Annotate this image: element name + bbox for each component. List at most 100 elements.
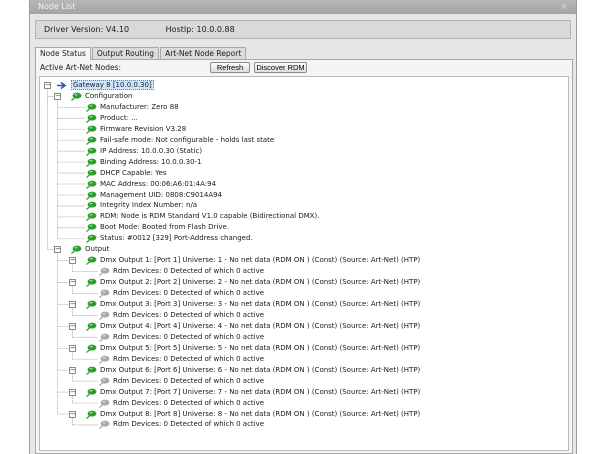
tree-item-label: Rdm Devices: 0 Detected of which 0 activ… [113, 310, 265, 319]
tree-item-label: Boot Mode: Booted from Flash Drive. [100, 223, 230, 232]
tree-item-label: Dmx Output 8: [Port 8] Universe: 8 - No … [100, 409, 421, 418]
tree-item[interactable]: IP Address: 10.0.0.30 (Static) [85, 146, 202, 157]
tree-group-node[interactable]: − Configuration [54, 91, 132, 102]
green-pin-icon [86, 114, 97, 123]
tree-item[interactable]: Manufacturer: Zero 88 [85, 102, 179, 113]
gray-pin-icon [99, 267, 110, 277]
green-pin-icon [86, 278, 97, 288]
tree-item[interactable]: Rdm Devices: 0 Detected of which 0 activ… [98, 398, 264, 409]
green-pin-icon [86, 191, 97, 200]
node-list-window: Node List × Driver Version: V4.10 HostIp… [29, 0, 577, 454]
collapse-toggle[interactable]: − [69, 257, 76, 265]
tree-item[interactable]: Fail-safe mode: Not configurable - holds… [85, 135, 274, 146]
tree-group-node[interactable]: − Dmx Output 3: [Port 3] Universe: 3 - No… [69, 299, 420, 310]
tree-group-node[interactable]: − Dmx Output 1: [Port 1] Universe: 1 - No… [69, 255, 420, 266]
gray-pin-icon [99, 421, 110, 430]
tree-item-label: Management UID: 0808:C9014A94 [100, 190, 223, 199]
collapse-toggle[interactable]: − [69, 279, 76, 287]
driver-version: Driver Version: V4.10 [44, 25, 130, 34]
green-pin-icon [86, 180, 97, 189]
tree-item[interactable]: Management UID: 0808:C9014A94 [85, 190, 222, 201]
tree-item[interactable]: Rdm Devices: 0 Detected of which 0 activ… [98, 266, 264, 277]
tree-item-label: Dmx Output 6: [Port 6] Universe: 6 - No … [100, 365, 421, 374]
tree-item[interactable]: Binding Address: 10.0.0.30-1 [85, 157, 202, 168]
tab-node-status[interactable]: Node Status [35, 47, 91, 60]
tree-group-node[interactable]: − Dmx Output 4: [Port 4] Universe: 4 - No… [69, 321, 420, 332]
toolbar: Active Art-Net Nodes: Refresh Discover R… [36, 60, 572, 74]
collapse-toggle[interactable]: − [69, 366, 76, 374]
tree-item[interactable]: Status: #0012 [329] Port-Address changed… [85, 233, 253, 244]
tree-item[interactable]: MAC Address: 00:06:A6:01:4A:94 [85, 179, 216, 190]
tree-group-node[interactable]: − Dmx Output 6: [Port 6] Universe: 6 - No… [69, 365, 420, 376]
tree-item-label: Output [85, 245, 110, 254]
gray-pin-icon [99, 377, 110, 386]
green-pin-icon [86, 147, 97, 156]
tree-item[interactable]: DHCP Capable: Yes [85, 168, 166, 179]
tree-item[interactable]: Rdm Devices: 0 Detected of which 0 activ… [98, 376, 264, 387]
node-status-panel: Active Art-Net Nodes: Refresh Discover R… [35, 59, 573, 454]
tree-item-label: Dmx Output 3: [Port 3] Universe: 3 - No … [100, 300, 421, 308]
tree-item-label: Rdm Devices: 0 Detected of which 0 activ… [113, 267, 265, 276]
collapse-toggle[interactable]: − [44, 82, 51, 89]
tree-item[interactable]: Firmware Revision V3.28 [85, 124, 186, 135]
green-pin-icon [86, 366, 97, 375]
tree-item-label: IP Address: 10.0.0.30 (Static) [100, 146, 203, 155]
tree-item[interactable]: Integrity Index Number: n/a [85, 200, 197, 211]
tree-item-label: Status: #0012 [329] Port-Address changed… [100, 234, 253, 243]
green-pin-icon [86, 169, 97, 178]
tree-node-gateway[interactable]: − Gateway 8 [10.0.0.30] [44, 80, 154, 91]
tree-item-label: DHCP Capable: Yes [100, 168, 167, 177]
green-pin-icon [86, 322, 97, 331]
green-pin-icon [86, 234, 97, 244]
tree-group-node[interactable]: − Dmx Output 5: [Port 5] Universe: 5 - No… [69, 343, 420, 354]
gray-pin-icon [99, 355, 110, 364]
green-pin-icon [86, 223, 97, 233]
tree-item[interactable]: Rdm Devices: 0 Detected of which 0 activ… [98, 332, 264, 343]
collapse-toggle[interactable]: − [69, 322, 76, 330]
tree-item[interactable]: Boot Mode: Booted from Flash Drive. [85, 222, 229, 233]
tree-group-node[interactable]: − Output [54, 244, 109, 255]
tree-item[interactable]: Rdm Devices: 0 Detected of which 0 activ… [98, 354, 264, 365]
tree-group-node[interactable]: − Dmx Output 7: [Port 7] Universe: 7 - No… [69, 387, 420, 398]
tab-art-net-node-report[interactable]: Art-Net Node Report [160, 47, 247, 59]
refresh-button[interactable]: Refresh [210, 62, 250, 73]
arrow-right-icon [57, 81, 67, 90]
collapse-toggle[interactable]: − [69, 344, 76, 352]
green-pin-icon [86, 212, 97, 222]
collapse-toggle[interactable]: − [54, 92, 61, 100]
tree-item[interactable]: Rdm Devices: 0 Detected of which 0 activ… [98, 288, 264, 299]
node-tree[interactable]: − Gateway 8 [10.0.0.30] − Configuration Manu… [39, 76, 569, 451]
tree-item[interactable]: Product: ... [85, 113, 138, 124]
tree-item-label: Firmware Revision V3.28 [100, 124, 187, 133]
green-pin-icon [71, 92, 82, 101]
gray-pin-icon [99, 289, 110, 299]
tree-item-label: Rdm Devices: 0 Detected of which 0 activ… [113, 420, 265, 429]
title-bar[interactable]: Node List × [30, 0, 576, 14]
tree-group-node[interactable]: − Dmx Output 2: [Port 2] Universe: 2 - No… [69, 277, 420, 288]
green-pin-icon [86, 410, 97, 419]
green-pin-icon [86, 103, 97, 112]
collapse-toggle[interactable]: − [54, 246, 61, 254]
collapse-toggle[interactable]: − [69, 410, 76, 418]
tree-item-label: Dmx Output 1: [Port 1] Universe: 1 - No … [100, 256, 421, 265]
collapse-toggle[interactable]: − [69, 388, 76, 396]
tree-item-label: Binding Address: 10.0.0.30-1 [100, 157, 202, 166]
tree-group-node[interactable]: − Dmx Output 8: [Port 8] Universe: 8 - No… [69, 409, 420, 420]
host-ip: HostIp: 10.0.0.88 [165, 25, 235, 34]
collapse-toggle[interactable]: − [69, 301, 76, 308]
green-pin-icon [86, 158, 97, 167]
tab-output-routing[interactable]: Output Routing [91, 47, 160, 59]
info-bar: Driver Version: V4.10 HostIp: 10.0.0.88 [35, 20, 571, 39]
tree-item-label: Integrity Index Number: n/a [100, 201, 198, 210]
tree-item[interactable]: Rdm Devices: 0 Detected of which 0 activ… [98, 419, 264, 430]
tree-item-label: Configuration [85, 91, 133, 100]
tree-item[interactable]: Rdm Devices: 0 Detected of which 0 activ… [98, 310, 264, 321]
tree-item[interactable]: RDM: Node is RDM Standard V1.0 capable (… [85, 211, 320, 222]
discover-rdm-button[interactable]: Discover RDM [254, 62, 307, 73]
tree-item-label: MAC Address: 00:06:A6:01:4A:94 [100, 179, 217, 188]
green-pin-icon [86, 256, 97, 266]
active-nodes-label: Active Art-Net Nodes: [40, 63, 122, 72]
green-pin-icon [86, 388, 97, 397]
close-icon[interactable]: × [560, 2, 568, 12]
tree-item-label: Rdm Devices: 0 Detected of which 0 activ… [113, 398, 265, 407]
